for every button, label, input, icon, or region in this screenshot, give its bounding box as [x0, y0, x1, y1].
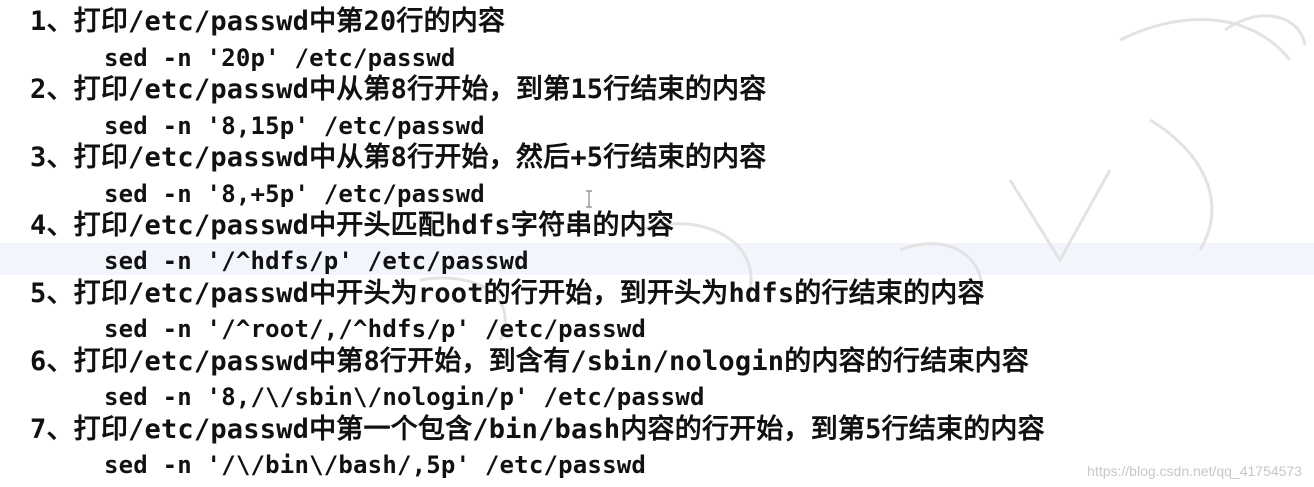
watermark-url: https://blog.csdn.net/qq_41754573 [1087, 463, 1302, 479]
document-page: 1、打印/etc/passwd中第20行的内容 sed -n '20p' /et… [0, 0, 1314, 487]
command-4: sed -n '/^hdfs/p' /etc/passwd [104, 247, 529, 275]
question-5: 5、打印/etc/passwd中开头为root的行开始，到开头为hdfs的行结束… [30, 278, 985, 309]
question-4: 4、打印/etc/passwd中开头匹配hdfs字符串的内容 [30, 210, 675, 241]
question-3: 3、打印/etc/passwd中从第8行开始，然后+5行结束的内容 [30, 142, 767, 173]
question-6: 6、打印/etc/passwd中第8行开始，到含有/sbin/nologin的内… [30, 346, 1030, 377]
question-7: 7、打印/etc/passwd中第一个包含/bin/bash内容的行开始，到第5… [30, 414, 1045, 445]
command-7: sed -n '/\/bin\/bash/,5p' /etc/passwd [104, 451, 647, 479]
text-cursor-icon [586, 190, 592, 208]
command-6: sed -n '8,/\/sbin\/nologin/p' /etc/passw… [104, 383, 705, 411]
question-1: 1、打印/etc/passwd中第20行的内容 [30, 6, 506, 37]
question-2: 2、打印/etc/passwd中从第8行开始，到第15行结束的内容 [30, 74, 767, 105]
command-3: sed -n '8,+5p' /etc/passwd [104, 180, 485, 208]
command-2: sed -n '8,15p' /etc/passwd [104, 112, 485, 140]
command-5: sed -n '/^root/,/^hdfs/p' /etc/passwd [104, 315, 647, 343]
command-1: sed -n '20p' /etc/passwd [104, 44, 456, 72]
